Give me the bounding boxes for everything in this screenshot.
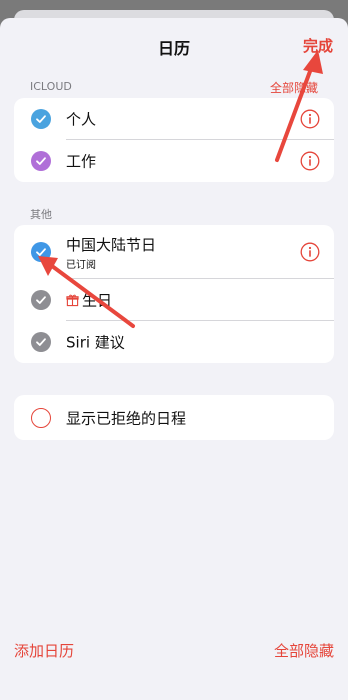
icloud-calendar-list: 个人 工作 — [14, 98, 334, 182]
page-title: 日历 — [157, 39, 190, 58]
section-label-icloud: ICLOUD — [30, 80, 72, 93]
checkmark-icon[interactable] — [31, 290, 51, 310]
calendar-row-siri[interactable]: Siri 建议 — [14, 321, 334, 363]
subscribed-label: 已订阅 — [66, 260, 96, 271]
calendar-label: 工作 — [66, 152, 97, 171]
unchecked-circle-icon[interactable] — [31, 407, 51, 428]
info-icon[interactable] — [300, 109, 320, 129]
info-icon[interactable] — [300, 151, 320, 171]
hide-all-button[interactable]: 全部隐藏 — [274, 640, 334, 661]
calendar-label: 生日 — [66, 290, 112, 311]
calendar-label: Siri 建议 — [66, 333, 125, 352]
checkmark-icon[interactable] — [31, 332, 51, 352]
calendar-label: 个人 — [66, 110, 97, 129]
calendar-label: 中国大陆节日 — [66, 236, 157, 254]
checkmark-icon[interactable] — [31, 109, 51, 129]
calendar-sheet: 日历 完成 ICLOUD 全部隐藏 个人 工作 其他 中国大陆节日 已订阅 生日… — [0, 18, 348, 700]
done-button[interactable]: 完成 — [303, 35, 333, 56]
show-declined-label: 显示已拒绝的日程 — [66, 409, 187, 427]
show-declined-row[interactable]: 显示已拒绝的日程 — [14, 395, 334, 440]
gift-icon — [66, 292, 79, 310]
add-calendar-button[interactable]: 添加日历 — [14, 640, 74, 661]
info-icon[interactable] — [300, 242, 320, 262]
icloud-hide-all-button[interactable]: 全部隐藏 — [270, 79, 318, 96]
other-calendar-list: 中国大陆节日 已订阅 生日 Siri 建议 — [14, 225, 334, 363]
section-label-other: 其他 — [30, 208, 52, 221]
checkmark-icon[interactable] — [31, 151, 51, 171]
calendar-row-personal[interactable]: 个人 — [14, 98, 334, 140]
birthday-label: 生日 — [82, 291, 113, 310]
checkmark-icon[interactable] — [31, 242, 51, 262]
calendar-row-work[interactable]: 工作 — [14, 140, 334, 182]
calendar-row-holidays[interactable]: 中国大陆节日 已订阅 — [14, 225, 334, 279]
calendar-row-birthdays[interactable]: 生日 — [14, 279, 334, 321]
